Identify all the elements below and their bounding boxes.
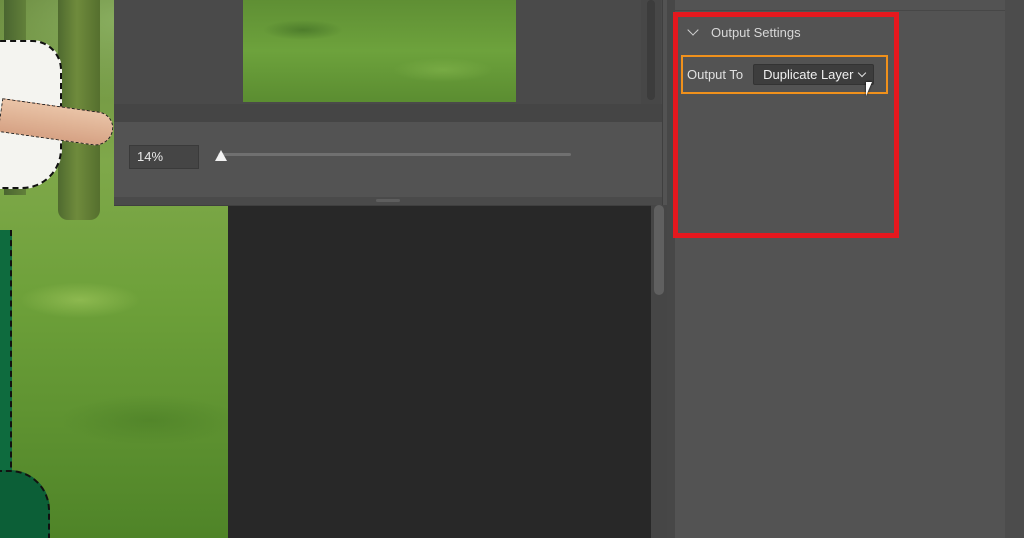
selected-subject-skirt-hem — [0, 470, 50, 538]
panel-divider — [675, 10, 1005, 11]
zoom-input[interactable]: 14% — [129, 145, 199, 169]
preview-well — [114, 0, 662, 104]
mouse-cursor-icon — [866, 82, 872, 96]
preview-scrollbar-thumb[interactable] — [647, 0, 655, 100]
select-and-mask-preview-dialog: 14% — [114, 0, 663, 206]
canvas-scrollbar-thumb[interactable] — [654, 205, 664, 295]
preview-image[interactable] — [243, 0, 516, 102]
canvas-area — [228, 205, 652, 538]
panel-side-strip — [1005, 0, 1024, 538]
resize-grip[interactable] — [376, 199, 400, 202]
section-highlight-box — [673, 12, 899, 238]
zoom-slider-thumb[interactable] — [215, 150, 227, 161]
control-highlight-box — [681, 55, 888, 94]
zoom-slider-track[interactable] — [218, 153, 571, 156]
dialog-divider — [114, 104, 662, 122]
preview-scrollbar[interactable] — [641, 0, 661, 104]
canvas-vertical-scrollbar[interactable] — [651, 205, 667, 538]
